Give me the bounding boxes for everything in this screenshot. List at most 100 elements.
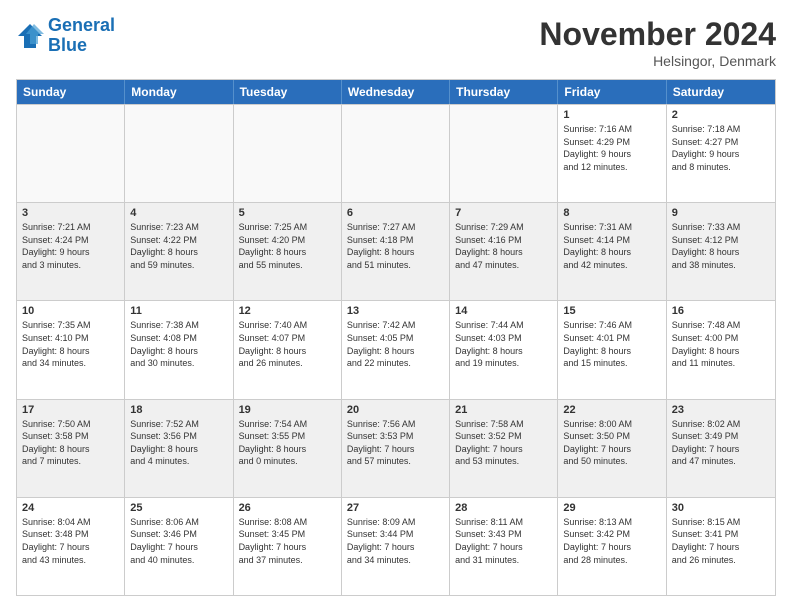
day-info: Sunrise: 7:29 AM Sunset: 4:16 PM Dayligh… xyxy=(455,221,552,271)
calendar-cell: 24 Sunrise: 8:04 AM Sunset: 3:48 PM Dayli… xyxy=(17,498,125,595)
day-number: 10 xyxy=(22,305,119,317)
calendar-cell: 16 Sunrise: 7:48 AM Sunset: 4:00 PM Dayli… xyxy=(667,301,775,398)
day-info: Sunrise: 8:15 AM Sunset: 3:41 PM Dayligh… xyxy=(672,516,770,566)
weekday-header-friday: Friday xyxy=(558,80,666,104)
day-info: Sunrise: 7:33 AM Sunset: 4:12 PM Dayligh… xyxy=(672,221,770,271)
day-info: Sunrise: 7:16 AM Sunset: 4:29 PM Dayligh… xyxy=(563,123,660,173)
day-number: 29 xyxy=(563,502,660,514)
day-number: 30 xyxy=(672,502,770,514)
calendar-cell: 10 Sunrise: 7:35 AM Sunset: 4:10 PM Dayli… xyxy=(17,301,125,398)
logo-blue: Blue xyxy=(48,35,87,55)
calendar-cell: 9 Sunrise: 7:33 AM Sunset: 4:12 PM Daylig… xyxy=(667,203,775,300)
day-info: Sunrise: 7:18 AM Sunset: 4:27 PM Dayligh… xyxy=(672,123,770,173)
calendar-header: SundayMondayTuesdayWednesdayThursdayFrid… xyxy=(17,80,775,104)
day-info: Sunrise: 8:02 AM Sunset: 3:49 PM Dayligh… xyxy=(672,418,770,468)
day-info: Sunrise: 7:31 AM Sunset: 4:14 PM Dayligh… xyxy=(563,221,660,271)
day-number: 24 xyxy=(22,502,119,514)
day-number: 14 xyxy=(455,305,552,317)
calendar-cell: 28Sunrise: 8:11 AM Sunset: 3:43 PM Dayli… xyxy=(450,498,558,595)
day-info: Sunrise: 8:09 AM Sunset: 3:44 PM Dayligh… xyxy=(347,516,444,566)
calendar-cell: 20Sunrise: 7:56 AM Sunset: 3:53 PM Dayli… xyxy=(342,400,450,497)
day-number: 26 xyxy=(239,502,336,514)
day-number: 5 xyxy=(239,207,336,219)
day-number: 13 xyxy=(347,305,444,317)
day-number: 8 xyxy=(563,207,660,219)
weekday-header-monday: Monday xyxy=(125,80,233,104)
day-number: 2 xyxy=(672,109,770,121)
day-number: 22 xyxy=(563,404,660,416)
calendar-cell: 3Sunrise: 7:21 AM Sunset: 4:24 PM Daylig… xyxy=(17,203,125,300)
day-info: Sunrise: 7:56 AM Sunset: 3:53 PM Dayligh… xyxy=(347,418,444,468)
calendar-cell: 15 Sunrise: 7:46 AM Sunset: 4:01 PM Dayli… xyxy=(558,301,666,398)
calendar-cell: 29Sunrise: 8:13 AM Sunset: 3:42 PM Dayli… xyxy=(558,498,666,595)
day-number: 4 xyxy=(130,207,227,219)
day-info: Sunrise: 7:25 AM Sunset: 4:20 PM Dayligh… xyxy=(239,221,336,271)
calendar-cell: 1 Sunrise: 7:16 AM Sunset: 4:29 PM Daylig… xyxy=(558,105,666,202)
calendar-row-1: 3Sunrise: 7:21 AM Sunset: 4:24 PM Daylig… xyxy=(17,202,775,300)
calendar-body: 1 Sunrise: 7:16 AM Sunset: 4:29 PM Daylig… xyxy=(17,104,775,595)
title-block: November 2024 Helsingor, Denmark xyxy=(539,16,776,69)
calendar-cell xyxy=(125,105,233,202)
calendar-cell: 22 Sunrise: 8:00 AM Sunset: 3:50 PM Dayli… xyxy=(558,400,666,497)
calendar-cell xyxy=(342,105,450,202)
weekday-header-wednesday: Wednesday xyxy=(342,80,450,104)
day-info: Sunrise: 7:58 AM Sunset: 3:52 PM Dayligh… xyxy=(455,418,552,468)
day-info: Sunrise: 7:44 AM Sunset: 4:03 PM Dayligh… xyxy=(455,319,552,369)
calendar-cell: 23Sunrise: 8:02 AM Sunset: 3:49 PM Dayli… xyxy=(667,400,775,497)
calendar-cell: 13 Sunrise: 7:42 AM Sunset: 4:05 PM Dayli… xyxy=(342,301,450,398)
logo-icon xyxy=(16,22,44,50)
day-info: Sunrise: 8:08 AM Sunset: 3:45 PM Dayligh… xyxy=(239,516,336,566)
calendar-cell: 25Sunrise: 8:06 AM Sunset: 3:46 PM Dayli… xyxy=(125,498,233,595)
location: Helsingor, Denmark xyxy=(539,53,776,69)
day-number: 9 xyxy=(672,207,770,219)
day-info: Sunrise: 8:04 AM Sunset: 3:48 PM Dayligh… xyxy=(22,516,119,566)
calendar-row-2: 10 Sunrise: 7:35 AM Sunset: 4:10 PM Dayli… xyxy=(17,300,775,398)
day-info: Sunrise: 7:40 AM Sunset: 4:07 PM Dayligh… xyxy=(239,319,336,369)
month-title: November 2024 xyxy=(539,16,776,53)
day-number: 11 xyxy=(130,305,227,317)
calendar-cell xyxy=(17,105,125,202)
day-info: Sunrise: 7:35 AM Sunset: 4:10 PM Dayligh… xyxy=(22,319,119,369)
day-info: Sunrise: 7:46 AM Sunset: 4:01 PM Dayligh… xyxy=(563,319,660,369)
calendar-cell: 12 Sunrise: 7:40 AM Sunset: 4:07 PM Dayli… xyxy=(234,301,342,398)
calendar-cell: 30 Sunrise: 8:15 AM Sunset: 3:41 PM Dayli… xyxy=(667,498,775,595)
day-info: Sunrise: 7:38 AM Sunset: 4:08 PM Dayligh… xyxy=(130,319,227,369)
calendar-cell: 2 Sunrise: 7:18 AM Sunset: 4:27 PM Daylig… xyxy=(667,105,775,202)
day-info: Sunrise: 7:23 AM Sunset: 4:22 PM Dayligh… xyxy=(130,221,227,271)
day-info: Sunrise: 7:27 AM Sunset: 4:18 PM Dayligh… xyxy=(347,221,444,271)
calendar: SundayMondayTuesdayWednesdayThursdayFrid… xyxy=(16,79,776,596)
calendar-row-4: 24 Sunrise: 8:04 AM Sunset: 3:48 PM Dayli… xyxy=(17,497,775,595)
day-number: 17 xyxy=(22,404,119,416)
calendar-cell: 17Sunrise: 7:50 AM Sunset: 3:58 PM Dayli… xyxy=(17,400,125,497)
calendar-cell: 11 Sunrise: 7:38 AM Sunset: 4:08 PM Dayli… xyxy=(125,301,233,398)
calendar-cell: 26 Sunrise: 8:08 AM Sunset: 3:45 PM Dayli… xyxy=(234,498,342,595)
day-number: 1 xyxy=(563,109,660,121)
day-number: 12 xyxy=(239,305,336,317)
weekday-header-thursday: Thursday xyxy=(450,80,558,104)
day-number: 21 xyxy=(455,404,552,416)
calendar-cell xyxy=(234,105,342,202)
day-info: Sunrise: 7:54 AM Sunset: 3:55 PM Dayligh… xyxy=(239,418,336,468)
day-number: 27 xyxy=(347,502,444,514)
weekday-header-sunday: Sunday xyxy=(17,80,125,104)
calendar-cell: 27 Sunrise: 8:09 AM Sunset: 3:44 PM Dayli… xyxy=(342,498,450,595)
logo-general: General xyxy=(48,15,115,35)
logo-text: General Blue xyxy=(48,16,115,56)
day-info: Sunrise: 8:00 AM Sunset: 3:50 PM Dayligh… xyxy=(563,418,660,468)
day-number: 6 xyxy=(347,207,444,219)
calendar-cell: 8 Sunrise: 7:31 AM Sunset: 4:14 PM Daylig… xyxy=(558,203,666,300)
day-number: 7 xyxy=(455,207,552,219)
weekday-header-tuesday: Tuesday xyxy=(234,80,342,104)
calendar-cell: 14 Sunrise: 7:44 AM Sunset: 4:03 PM Dayli… xyxy=(450,301,558,398)
day-number: 18 xyxy=(130,404,227,416)
calendar-cell: 5 Sunrise: 7:25 AM Sunset: 4:20 PM Daylig… xyxy=(234,203,342,300)
page: General Blue November 2024 Helsingor, De… xyxy=(0,0,792,612)
day-number: 25 xyxy=(130,502,227,514)
weekday-header-saturday: Saturday xyxy=(667,80,775,104)
day-info: Sunrise: 7:48 AM Sunset: 4:00 PM Dayligh… xyxy=(672,319,770,369)
header: General Blue November 2024 Helsingor, De… xyxy=(16,16,776,69)
day-number: 15 xyxy=(563,305,660,317)
day-number: 16 xyxy=(672,305,770,317)
day-info: Sunrise: 7:42 AM Sunset: 4:05 PM Dayligh… xyxy=(347,319,444,369)
calendar-row-0: 1 Sunrise: 7:16 AM Sunset: 4:29 PM Daylig… xyxy=(17,104,775,202)
